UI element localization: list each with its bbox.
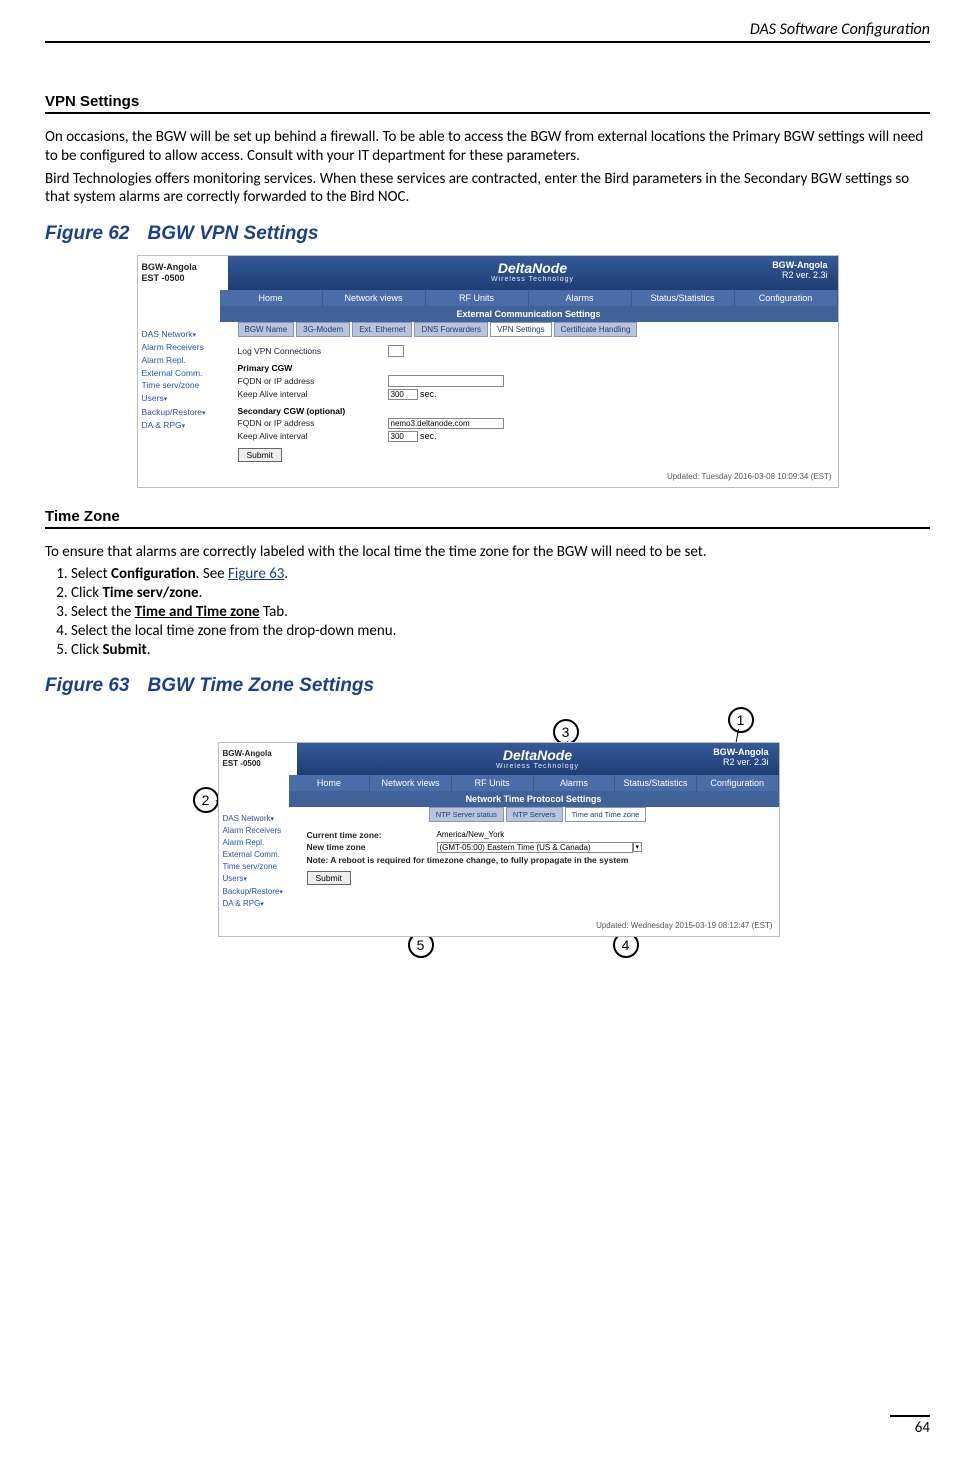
tz-nav-home[interactable]: Home [289,775,371,791]
figure-62-caption: BGW VPN Settings [147,223,318,244]
step-2: Click Time serv/zone. [71,584,930,602]
figure-63-number: Figure 63 [45,675,129,696]
tz-nav-rf-units[interactable]: RF Units [452,775,534,791]
tz-brand-banner: DeltaNode Wireless Technology BGW-Angola… [297,743,779,774]
section-heading-vpn: VPN Settings [45,93,930,114]
figure-63-caption: BGW Time Zone Settings [147,675,374,696]
primary-keepalive-unit: sec. [420,389,437,399]
figure-62-screenshot: BGW-AngolaEST -0500 DeltaNode Wireless T… [137,255,839,488]
figure-62-number: Figure 62 [45,223,129,244]
tab-dns-forwarders[interactable]: DNS Forwarders [414,322,488,337]
primary-keepalive-input[interactable]: 300 [388,389,418,400]
brand-banner: DeltaNode Wireless Technology BGW-Angola… [228,256,838,290]
log-vpn-label: Log VPN Connections [238,346,388,356]
tab-cert-handling[interactable]: Certificate Handling [554,322,638,337]
nav-network-views[interactable]: Network views [323,290,426,306]
tab-bar: BGW Name 3G-Modem Ext. Ethernet DNS Forw… [238,322,828,337]
step-3: Select the Time and Time zone Tab. [71,603,930,621]
tz-note: Note: A reboot is required for timezone … [307,855,629,865]
section-heading-timezone: Time Zone [45,508,930,529]
current-tz-value: America/New_York [437,830,505,839]
nav-status[interactable]: Status/Statistics [632,290,735,306]
host-label: BGW-AngolaEST -0500 [138,256,228,290]
side-time-serv[interactable]: Time serv/zone [142,379,224,392]
side-users[interactable]: Users [142,392,224,406]
tz-side-time-serv[interactable]: Time serv/zone [223,861,293,873]
main-nav: Home Network views RF Units Alarms Statu… [220,290,838,306]
step-5: Click Submit. [71,641,930,659]
tz-side-backup[interactable]: Backup/Restore [223,886,293,899]
step-4: Select the local time zone from the drop… [71,622,930,640]
figure-63-title: Figure 63 BGW Time Zone Settings [45,675,930,697]
tz-submit-button[interactable]: Submit [307,871,351,885]
timezone-intro: To ensure that alarms are correctly labe… [45,543,930,562]
nav-alarms[interactable]: Alarms [529,290,632,306]
tz-side-das-network[interactable]: DAS Network [223,813,293,826]
side-menu: DAS Network Alarm Receivers Alarm Repl. … [138,322,228,468]
timezone-steps: Select Configuration. See Figure 63. Cli… [45,565,930,659]
side-da-rpg[interactable]: DA & RPG [142,419,224,433]
step-1: Select Configuration. See Figure 63. [71,565,930,583]
side-alarm-repl[interactable]: Alarm Repl. [142,354,224,367]
tz-side-users[interactable]: Users [223,873,293,886]
tab-bgw-name[interactable]: BGW Name [238,322,295,337]
side-alarm-receivers[interactable]: Alarm Receivers [142,341,224,354]
vpn-paragraph-1: On occasions, the BGW will be set up beh… [45,128,930,166]
tz-side-alarm-repl[interactable]: Alarm Repl. [223,837,293,849]
tz-updated-timestamp: Updated: Wednesday 2015-03-19 08:12:47 (… [289,917,779,936]
secondary-keepalive-label: Keep Alive interval [238,431,388,441]
log-vpn-checkbox[interactable] [388,345,404,357]
primary-cgw-heading: Primary CGW [238,363,828,373]
current-tz-label: Current time zone: [307,830,437,840]
callout-1: 1 [728,707,754,733]
tz-side-external-comm[interactable]: External Comm. [223,849,293,861]
tz-main-nav: Home Network views RF Units Alarms Statu… [289,775,779,791]
tz-side-menu: DAS Network Alarm Receivers Alarm Repl. … [219,807,297,917]
page-header: DAS Software Configuration [45,20,930,43]
tz-host-label: BGW-AngolaEST -0500 [219,743,297,774]
side-external-comm[interactable]: External Comm. [142,367,224,380]
primary-keepalive-label: Keep Alive interval [238,389,388,399]
updated-timestamp: Updated: Tuesday 2016-03-08 10:09:34 (ES… [220,468,838,487]
tz-nav-alarms[interactable]: Alarms [534,775,616,791]
new-tz-dropdown[interactable]: (GMT-05:00) Eastern Time (US & Canada) [437,842,633,853]
tz-tab-bar: NTP Server status NTP Servers Time and T… [307,807,769,822]
primary-fqdn-label: FQDN or IP address [238,376,388,386]
nav-configuration[interactable]: Configuration [735,290,838,306]
secondary-fqdn-label: FQDN or IP address [238,418,388,428]
tz-side-da-rpg[interactable]: DA & RPG [223,898,293,911]
tz-nav-status[interactable]: Status/Statistics [615,775,697,791]
nav-rf-units[interactable]: RF Units [426,290,529,306]
secondary-keepalive-unit: sec. [420,431,437,441]
vpn-paragraph-2: Bird Technologies offers monitoring serv… [45,170,930,208]
side-backup[interactable]: Backup/Restore [142,406,224,420]
secondary-keepalive-input[interactable]: 300 [388,431,418,442]
tab-ext-ethernet[interactable]: Ext. Ethernet [352,322,412,337]
figure-62-title: Figure 62 BGW VPN Settings [45,223,930,245]
tab-3g-modem[interactable]: 3G-Modem [296,322,350,337]
nav-home[interactable]: Home [220,290,323,306]
secondary-fqdn-input[interactable]: nemo3.deltanode.com [388,418,504,429]
sub-banner: External Communication Settings [220,306,838,322]
primary-fqdn-input[interactable] [388,375,504,387]
figure-63-screenshot: BGW-AngolaEST -0500 DeltaNode Wireless T… [218,742,780,936]
submit-button[interactable]: Submit [238,448,282,462]
tab-time-and-timezone[interactable]: Time and Time zone [565,807,647,822]
side-das-network[interactable]: DAS Network [142,328,224,342]
tab-vpn-settings[interactable]: VPN Settings [490,322,552,337]
secondary-cgw-heading: Secondary CGW (optional) [238,406,828,416]
tz-sub-banner: Network Time Protocol Settings [289,791,779,807]
page-number: 64 [890,1415,930,1437]
figure-63-link[interactable]: Figure 63 [228,565,284,583]
tab-ntp-servers[interactable]: NTP Servers [506,807,563,822]
tz-nav-configuration[interactable]: Configuration [697,775,779,791]
dropdown-icon[interactable]: ▾ [633,842,643,852]
tab-ntp-server-status[interactable]: NTP Server status [429,807,504,822]
new-tz-label: New time zone [307,842,437,852]
tz-side-alarm-receivers[interactable]: Alarm Receivers [223,825,293,837]
tz-nav-network-views[interactable]: Network views [370,775,452,791]
